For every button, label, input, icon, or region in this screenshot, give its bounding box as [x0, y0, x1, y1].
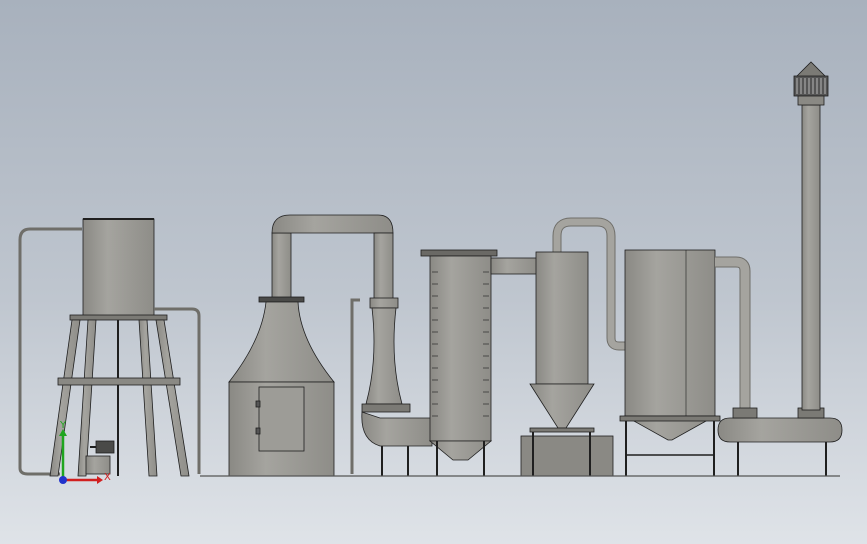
tank-leg [155, 319, 190, 477]
tank-leg [138, 319, 158, 477]
x-axis-arrowhead [97, 476, 103, 484]
stack-pipe [801, 104, 821, 411]
packed-tower[interactable] [420, 249, 538, 476]
cyclone-body [535, 251, 589, 385]
elevated-tank[interactable] [18, 218, 201, 477]
storage-tank-body [624, 249, 716, 417]
pump [95, 440, 115, 454]
z-axis-origin [59, 476, 67, 484]
venturi-scrubber[interactable] [350, 297, 433, 476]
plant-assembly-drawing[interactable]: X Y [0, 0, 867, 544]
storage-tank[interactable] [619, 249, 751, 476]
cad-viewport[interactable]: X Y [0, 0, 867, 544]
cyclone-separator[interactable] [520, 217, 626, 477]
reactor-door[interactable] [258, 386, 305, 452]
stack-cap [793, 75, 829, 97]
x-axis-label: X [104, 472, 111, 483]
tank-leg [77, 319, 97, 477]
exhaust-stack[interactable] [717, 61, 843, 476]
tank-leg [49, 319, 81, 477]
tower-shell [429, 255, 492, 442]
y-axis-label: Y [59, 420, 67, 431]
tank-body [82, 218, 155, 317]
